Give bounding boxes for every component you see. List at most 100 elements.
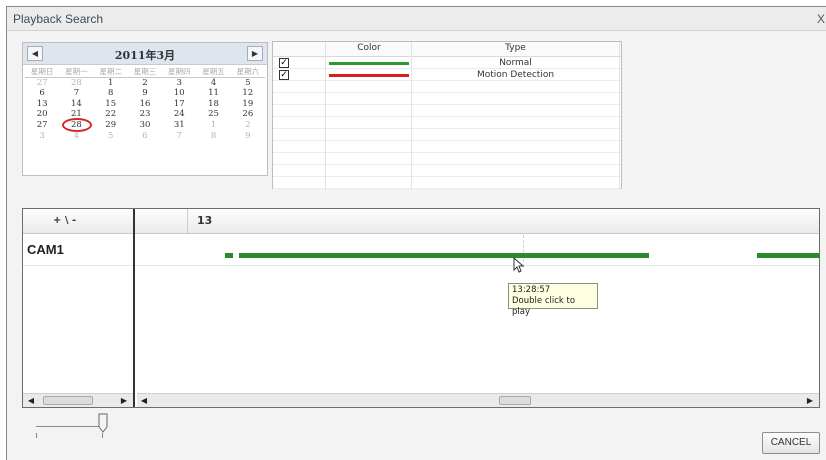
calendar-day[interactable]: 3 xyxy=(162,78,196,89)
weekday-label: 星期三 xyxy=(127,67,163,78)
day-number: 22 xyxy=(105,109,117,120)
scroll-thumb[interactable] xyxy=(43,396,93,405)
calendar-day[interactable]: 12 xyxy=(231,88,265,99)
legend-color-swatch xyxy=(329,62,409,65)
camera-row[interactable]: CAM1 xyxy=(23,234,819,266)
calendar-day[interactable]: 7 xyxy=(162,131,196,142)
day-number: 5 xyxy=(245,77,251,88)
calendar-day[interactable]: 17 xyxy=(162,99,196,110)
calendar-week: 27 28 29 30 31 1 2 xyxy=(25,117,265,132)
calendar-day[interactable]: 27 xyxy=(25,78,59,89)
calendar-day[interactable]: 9 xyxy=(231,131,265,142)
calendar-day[interactable]: 10 xyxy=(162,88,196,99)
weekday-label: 星期日 xyxy=(25,67,60,78)
calendar-day[interactable]: 22 xyxy=(94,109,128,120)
calendar-week: 6 7 8 9 10 11 12 xyxy=(25,88,265,99)
calendar-day[interactable]: 8 xyxy=(94,88,128,99)
calendar-day[interactable]: 28 xyxy=(59,78,93,89)
calendar-day[interactable]: 14 xyxy=(59,99,93,110)
calendar-day[interactable]: 24 xyxy=(162,109,196,120)
calendar-day[interactable]: 1 xyxy=(196,120,230,131)
weekday-label: 星期四 xyxy=(162,67,197,78)
calendar-day[interactable]: 18 xyxy=(196,99,230,110)
day-number: 16 xyxy=(139,98,151,109)
day-number: 27 xyxy=(36,77,48,88)
left-scrollbar[interactable]: ◀ ▶ xyxy=(23,393,133,407)
scroll-thumb[interactable] xyxy=(499,396,531,405)
calendar-day[interactable]: 16 xyxy=(128,99,162,110)
legend-header-type: Type xyxy=(505,43,526,53)
calendar-week: 13 14 15 16 17 18 19 xyxy=(25,99,265,110)
calendar-day[interactable]: 6 xyxy=(25,88,59,99)
day-number: 2 xyxy=(142,77,148,88)
day-number: 5 xyxy=(107,130,114,141)
calendar-day[interactable]: 30 xyxy=(128,120,162,131)
legend-checkbox[interactable]: ✓ xyxy=(279,58,289,68)
legend-header-color: Color xyxy=(357,43,381,53)
timeline-scrollbar[interactable]: ◀ ▶ xyxy=(137,393,819,407)
calendar-day[interactable]: 19 xyxy=(231,99,265,110)
timeline-panel: + \ - 13 CAM1 13:28:57 Double click to p… xyxy=(22,208,820,408)
calendar-day[interactable]: 26 xyxy=(231,109,265,120)
day-number: 23 xyxy=(139,109,151,120)
weekday-label: 星期五 xyxy=(196,67,231,78)
day-number: 14 xyxy=(71,98,82,109)
calendar-week: 20 21 22 23 24 25 26 xyxy=(25,109,265,120)
day-number: 1 xyxy=(107,77,114,88)
scroll-right-icon[interactable]: ▶ xyxy=(119,395,129,407)
next-month-button[interactable]: ▶ xyxy=(247,46,263,61)
mouse-pointer-icon xyxy=(513,257,525,273)
calendar-day[interactable]: 2 xyxy=(231,120,265,131)
zoom-slider-track[interactable] xyxy=(36,426,102,427)
calendar-day[interactable]: 27 xyxy=(25,120,59,131)
calendar-day[interactable]: 4 xyxy=(196,78,230,89)
calendar-day[interactable]: 4 xyxy=(59,131,93,142)
recording-segment[interactable] xyxy=(757,253,819,258)
close-icon[interactable]: X xyxy=(817,12,825,26)
scroll-right-icon[interactable]: ▶ xyxy=(805,395,815,407)
calendar-day[interactable]: 11 xyxy=(196,88,230,99)
calendar-day[interactable]: 25 xyxy=(196,109,230,120)
day-number: 2 xyxy=(245,119,251,130)
day-number: 3 xyxy=(39,130,45,141)
calendar-day[interactable]: 23 xyxy=(128,109,162,120)
legend-type-label: Normal xyxy=(499,58,532,68)
calendar-day-selected[interactable]: 28 xyxy=(59,117,93,132)
day-number: 17 xyxy=(173,98,185,109)
day-number: 26 xyxy=(242,109,254,120)
cancel-button[interactable]: CANCEL xyxy=(762,432,820,454)
calendar-day[interactable]: 29 xyxy=(94,120,128,131)
day-number: 1 xyxy=(210,119,217,130)
calendar-day[interactable]: 9 xyxy=(128,88,162,99)
day-number: 9 xyxy=(142,88,148,99)
calendar-day[interactable]: 2 xyxy=(128,78,162,89)
calendar-day[interactable]: 15 xyxy=(94,99,128,110)
calendar-day[interactable]: 5 xyxy=(231,78,265,89)
zoom-slider-thumb[interactable] xyxy=(98,413,108,433)
calendar-day[interactable]: 31 xyxy=(162,120,196,131)
timeline-left-column xyxy=(23,209,135,407)
day-number: 25 xyxy=(208,109,219,120)
calendar-day[interactable]: 3 xyxy=(25,131,59,142)
day-number: 24 xyxy=(173,109,185,120)
day-number: 27 xyxy=(36,119,48,130)
day-number: 8 xyxy=(210,130,217,141)
calendar-day[interactable]: 6 xyxy=(128,131,162,142)
recording-segment[interactable] xyxy=(225,253,233,258)
calendar-week: 27 28 1 2 3 4 5 xyxy=(25,78,265,89)
scroll-left-icon[interactable]: ◀ xyxy=(139,395,149,407)
tooltip-hint: Double click to play xyxy=(512,296,576,317)
recording-segment[interactable] xyxy=(239,253,649,258)
legend-color-swatch xyxy=(329,74,409,77)
calendar-day[interactable]: 20 xyxy=(25,109,59,120)
weekday-label: 星期六 xyxy=(230,67,265,78)
calendar-day[interactable]: 5 xyxy=(94,131,128,142)
calendar-day[interactable]: 1 xyxy=(94,78,128,89)
calendar-day[interactable]: 13 xyxy=(25,99,59,110)
scroll-left-icon[interactable]: ◀ xyxy=(26,395,36,407)
day-number: 7 xyxy=(176,130,182,141)
legend-checkbox[interactable]: ✓ xyxy=(279,70,289,80)
tooltip: 13:28:57 Double click to play xyxy=(508,283,598,317)
calendar-day[interactable]: 7 xyxy=(59,88,93,99)
calendar-day[interactable]: 8 xyxy=(196,131,230,142)
